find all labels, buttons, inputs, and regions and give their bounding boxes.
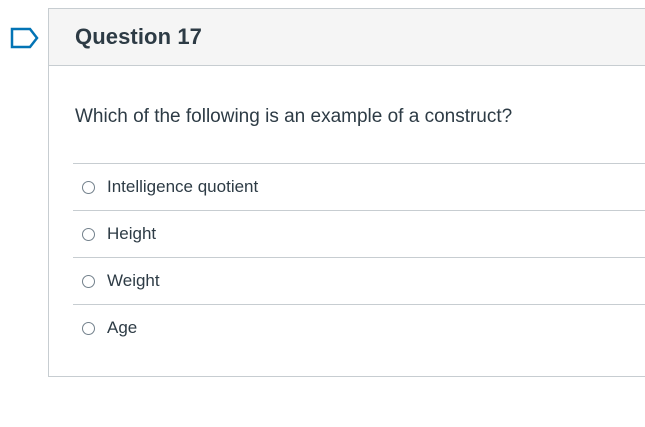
question-title: Question 17 — [75, 24, 203, 49]
flag-question-icon[interactable] — [10, 27, 40, 49]
answer-label: Age — [107, 318, 138, 337]
radio-button[interactable] — [82, 274, 95, 288]
answer-list: Intelligence quotient Height Weight Age — [73, 163, 645, 351]
radio-button[interactable] — [82, 227, 95, 241]
question-text: Which of the following is an example of … — [75, 106, 513, 127]
answer-option[interactable]: Intelligence quotient — [73, 163, 645, 210]
answer-label: Weight — [107, 271, 160, 290]
answer-option[interactable]: Height — [73, 210, 645, 257]
answer-label: Intelligence quotient — [107, 177, 259, 196]
radio-button[interactable] — [82, 321, 95, 335]
answer-option[interactable]: Age — [73, 304, 645, 351]
radio-button[interactable] — [82, 180, 95, 194]
question-header: Question 17 — [49, 9, 645, 66]
answer-option[interactable]: Weight — [73, 257, 645, 304]
question-card: Question 17 Which of the following is an… — [48, 8, 645, 377]
answer-label: Height — [107, 224, 157, 243]
